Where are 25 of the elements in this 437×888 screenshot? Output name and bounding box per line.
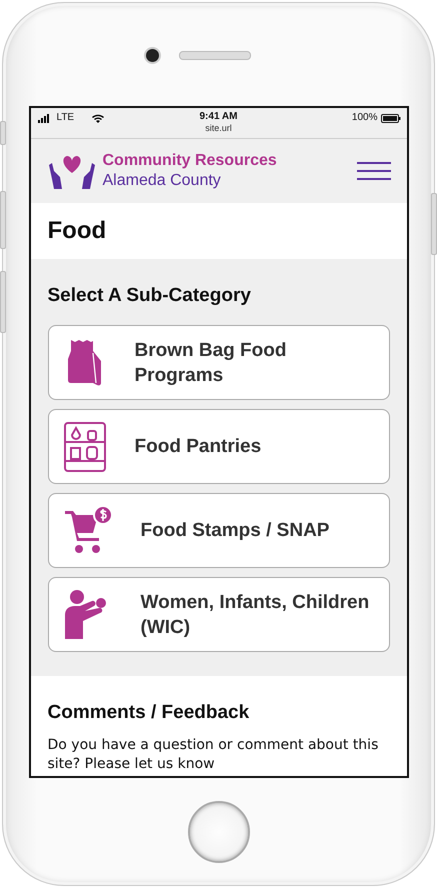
- volume-up-button[interactable]: [0, 191, 6, 249]
- page-url: site.url: [205, 123, 232, 134]
- subcategory-card[interactable]: Food Stamps / SNAP: [48, 493, 390, 568]
- subcategory-card[interactable]: Women, Infants, Children (WIC): [48, 577, 390, 652]
- carrier-label: LTE: [56, 112, 74, 124]
- hands-heart-logo: [46, 153, 96, 189]
- pantry-shelf-icon: [62, 420, 106, 472]
- camera-icon: [146, 49, 159, 62]
- signal-icon: [38, 114, 50, 122]
- wifi-icon: [92, 114, 104, 122]
- site-subtitle: Alameda County: [102, 171, 222, 191]
- battery-icon: [380, 114, 400, 122]
- site-title: Community Resources: [102, 151, 278, 171]
- page-title: Food: [48, 217, 106, 245]
- subcategory-card[interactable]: Food Pantries: [48, 409, 390, 484]
- volume-down-button[interactable]: [0, 271, 6, 333]
- feedback-text: Do you have a question or comment about this site? Please let us know: [48, 736, 380, 774]
- speaker-icon: [179, 51, 251, 60]
- subcategory-card[interactable]: Brown Bag Food Programs: [48, 325, 390, 400]
- section-heading: Select A Sub-Category: [48, 285, 252, 307]
- side-button[interactable]: [0, 121, 6, 145]
- power-button[interactable]: [431, 193, 437, 255]
- section-heading: Comments / Feedback: [48, 702, 250, 724]
- clock-time: 9:41 AM: [200, 111, 238, 123]
- battery-percent: 100%: [352, 112, 378, 124]
